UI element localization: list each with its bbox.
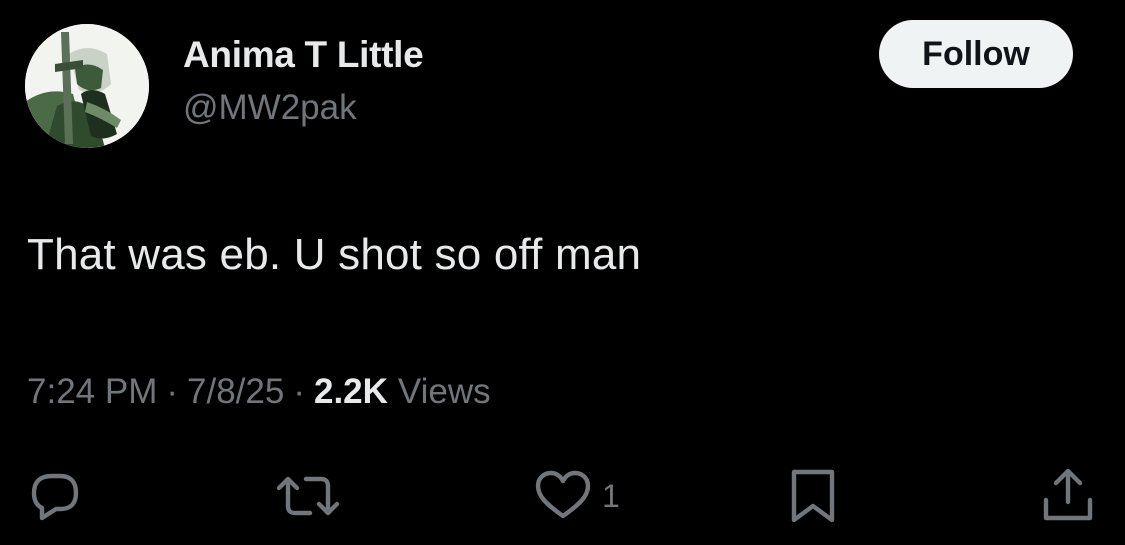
- tweet-card: Anima T Little @MW2pak Follow That was e…: [0, 0, 1125, 545]
- reply-button[interactable]: [26, 466, 86, 526]
- share-icon: [1043, 468, 1093, 521]
- tweet-date[interactable]: 7/8/25: [187, 372, 284, 412]
- meta-separator: ·: [166, 372, 179, 411]
- tweet-meta: 7:24 PM · 7/8/25 · 2.2K Views: [27, 372, 491, 412]
- views-label[interactable]: Views: [398, 372, 491, 412]
- retweet-icon: [276, 476, 340, 516]
- like-count: 1: [602, 477, 620, 514]
- bookmark-icon: [791, 469, 835, 523]
- avatar[interactable]: [25, 24, 149, 148]
- meta-separator: ·: [293, 372, 305, 411]
- retweet-button[interactable]: [274, 466, 342, 526]
- like-button[interactable]: 1: [532, 466, 620, 526]
- views-count[interactable]: 2.2K: [314, 372, 388, 412]
- share-button[interactable]: [1041, 466, 1095, 526]
- heart-icon: [535, 470, 591, 519]
- reply-icon: [31, 473, 79, 521]
- tweet-text: That was eb. U shot so off man: [27, 230, 642, 279]
- bookmark-button[interactable]: [789, 466, 837, 526]
- author-display-name[interactable]: Anima T Little: [183, 34, 424, 76]
- avatar-image: [25, 24, 149, 148]
- tweet-time[interactable]: 7:24 PM: [27, 372, 157, 412]
- action-bar: 1: [0, 466, 1125, 526]
- follow-button[interactable]: Follow: [879, 20, 1073, 88]
- author-handle[interactable]: @MW2pak: [183, 88, 357, 128]
